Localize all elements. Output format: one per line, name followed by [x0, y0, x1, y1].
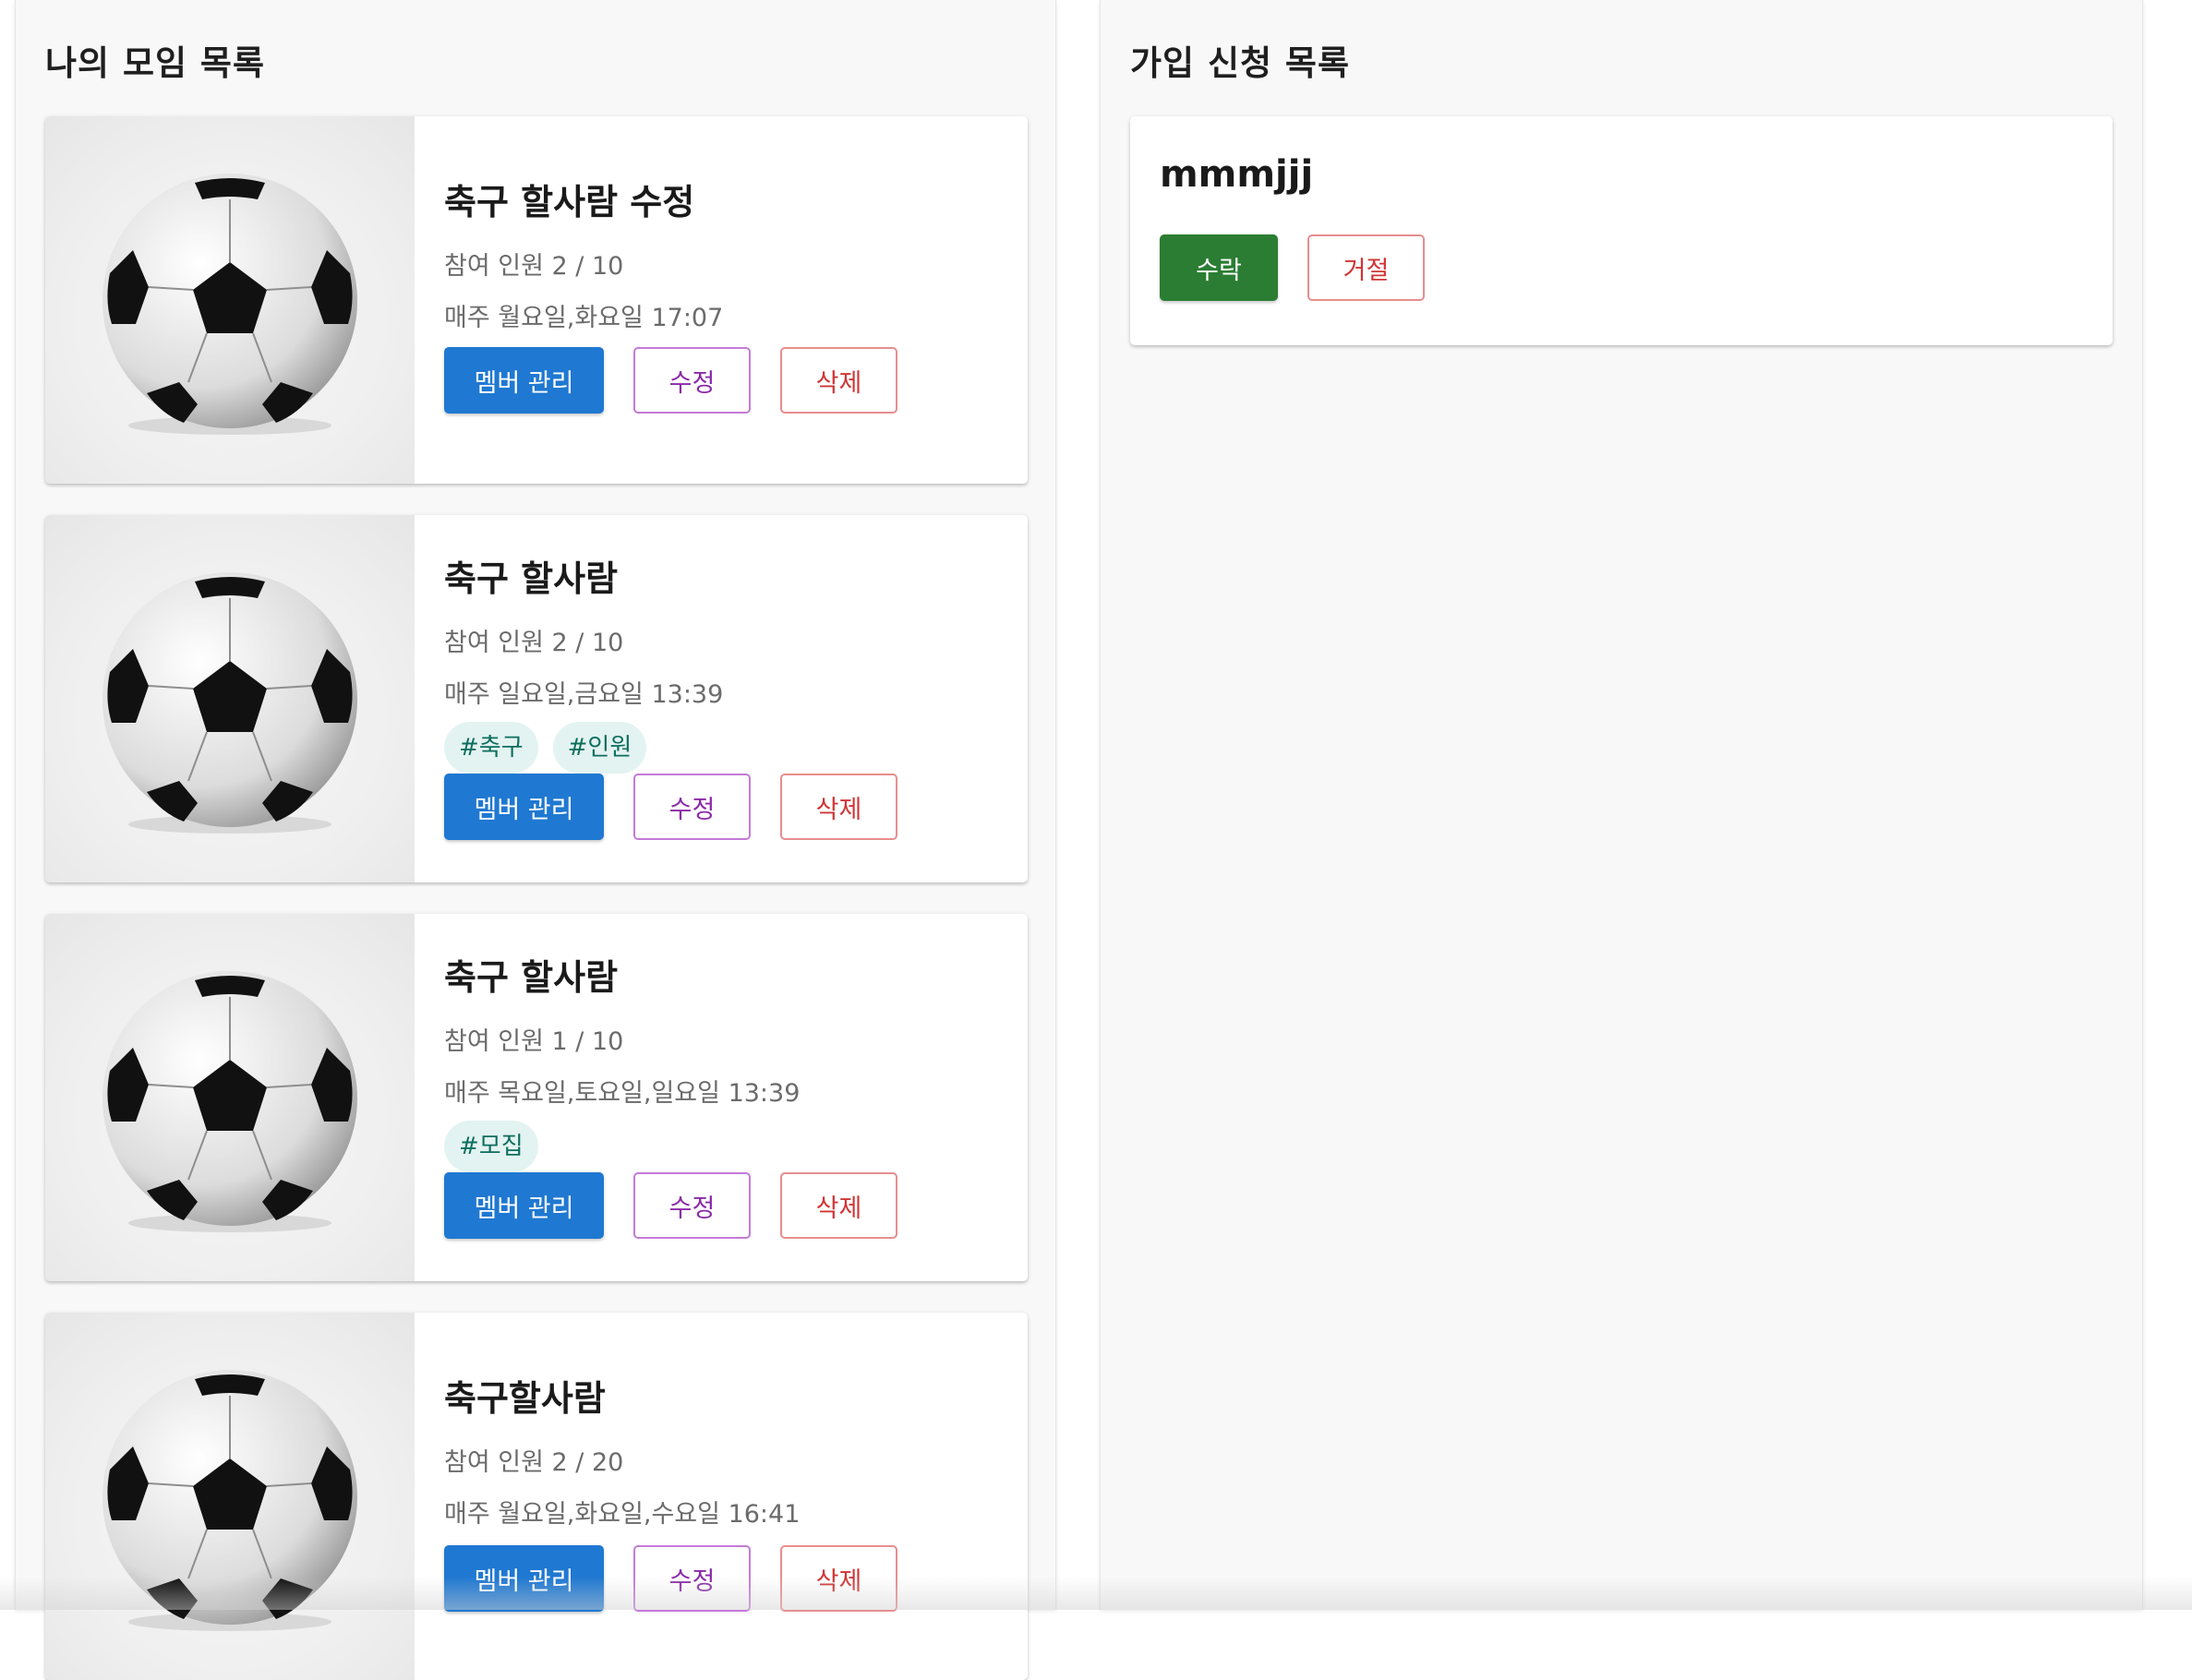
group-members: 참여 인원 2 / 20: [444, 1442, 623, 1478]
group-title: 축구할사람: [444, 1370, 606, 1421]
group-card[interactable]: 축구할사람 참여 인원 2 / 20 매주 월요일,화요일,수요일 16:41 …: [45, 1313, 1028, 1680]
soccer-ball-image: [45, 1313, 415, 1680]
reject-button[interactable]: 거절: [1307, 234, 1425, 301]
hashtag-chip[interactable]: #모집: [444, 1121, 538, 1172]
manage-members-button[interactable]: 멤버 관리: [444, 774, 604, 840]
edit-button[interactable]: 수정: [633, 1545, 751, 1612]
group-schedule: 매주 월요일,화요일,수요일 16:41: [444, 1494, 800, 1530]
hashtag-chip[interactable]: #인원: [553, 722, 647, 774]
delete-button[interactable]: 삭제: [780, 347, 897, 414]
manage-members-button[interactable]: 멤버 관리: [444, 1172, 604, 1239]
group-schedule: 매주 월요일,화요일 17:07: [444, 297, 723, 333]
accept-button[interactable]: 수락: [1160, 234, 1278, 301]
group-schedule: 매주 일요일,금요일 13:39: [444, 674, 723, 710]
edit-button[interactable]: 수정: [633, 1172, 751, 1239]
my-groups-panel: 나의 모임 목록: [15, 0, 1056, 1610]
join-requests-panel: 가입 신청 목록 mmmjjj 수락 거절: [1100, 0, 2143, 1610]
group-schedule: 매주 목요일,토요일,일요일 13:39: [444, 1073, 800, 1109]
my-groups-title: 나의 모임 목록: [45, 35, 265, 85]
applicant-name: mmmjjj: [1160, 153, 1313, 196]
group-title: 축구 할사람 수정: [444, 174, 694, 224]
group-title: 축구 할사람: [444, 550, 618, 601]
group-card[interactable]: 축구 할사람 참여 인원 1 / 10 매주 목요일,토요일,일요일 13:39…: [45, 914, 1028, 1281]
delete-button[interactable]: 삭제: [780, 1172, 897, 1239]
soccer-ball-image: [45, 116, 415, 484]
edit-button[interactable]: 수정: [633, 347, 751, 414]
group-members: 참여 인원 1 / 10: [444, 1021, 623, 1057]
group-card[interactable]: 축구 할사람 수정 참여 인원 2 / 10 매주 월요일,화요일 17:07 …: [45, 116, 1028, 484]
soccer-ball-image: [45, 914, 415, 1281]
group-members: 참여 인원 2 / 10: [444, 622, 623, 658]
manage-members-button[interactable]: 멤버 관리: [444, 347, 604, 414]
group-card[interactable]: 축구 할사람 참여 인원 2 / 10 매주 일요일,금요일 13:39 #축구…: [45, 515, 1028, 882]
group-title: 축구 할사람: [444, 949, 618, 1000]
join-requests-title: 가입 신청 목록: [1130, 35, 1350, 85]
delete-button[interactable]: 삭제: [780, 1545, 897, 1612]
delete-button[interactable]: 삭제: [780, 774, 897, 840]
hashtag-chip[interactable]: #축구: [444, 722, 538, 774]
soccer-ball-image: [45, 515, 415, 882]
edit-button[interactable]: 수정: [633, 774, 751, 840]
join-request-card: mmmjjj 수락 거절: [1130, 116, 2113, 345]
group-members: 참여 인원 2 / 10: [444, 246, 623, 282]
manage-members-button[interactable]: 멤버 관리: [444, 1545, 604, 1612]
